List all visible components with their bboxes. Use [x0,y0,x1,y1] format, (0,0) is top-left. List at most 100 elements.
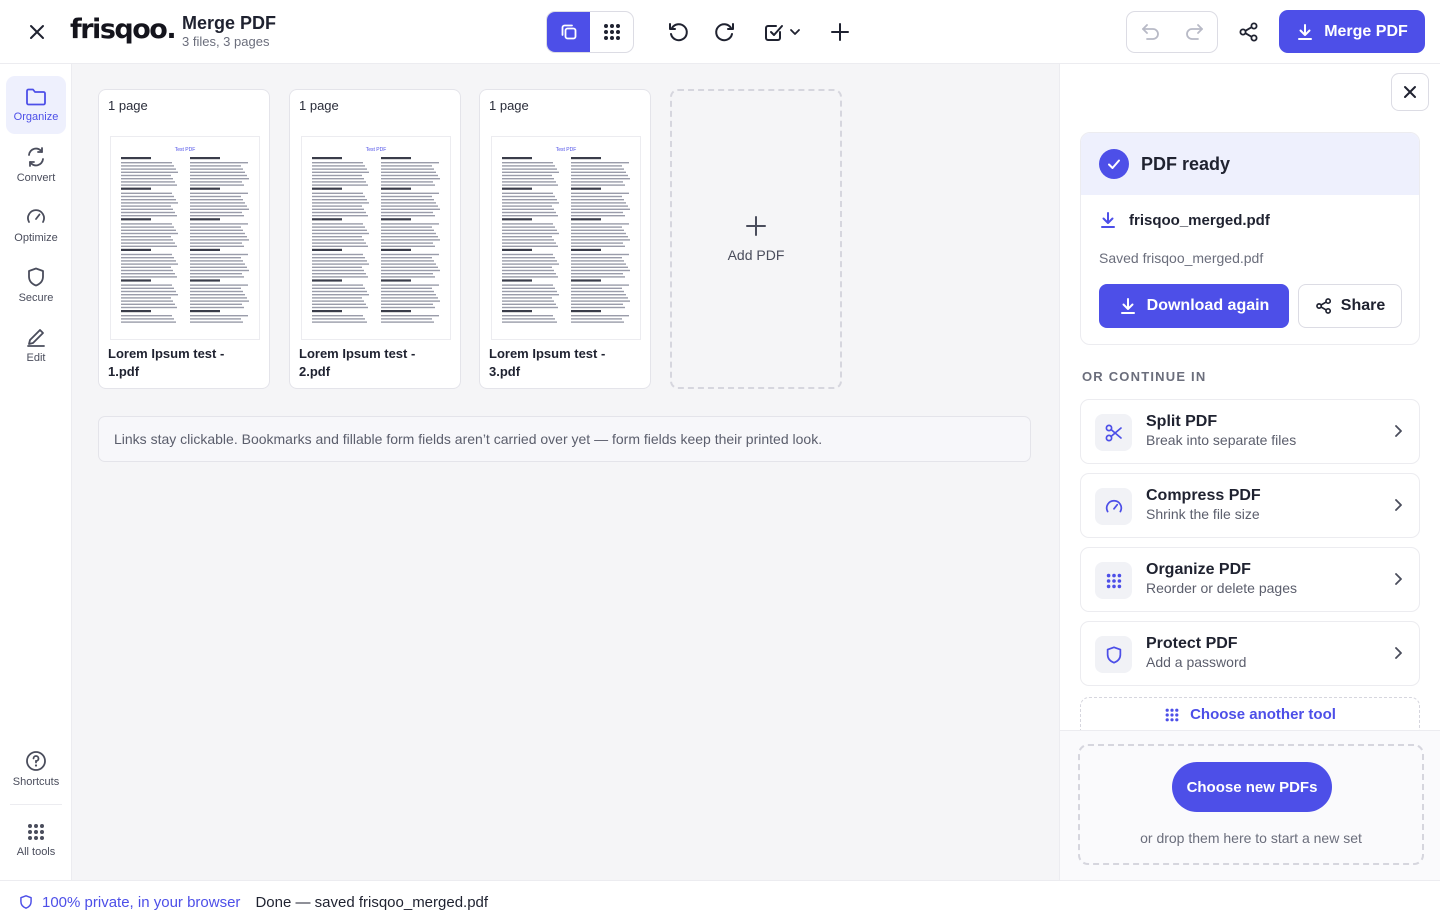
thumbnail-text-line [502,310,532,313]
thumbnail-text-line [190,248,220,251]
grid-dots-icon [26,822,46,842]
rail-item-optimize[interactable]: Optimize [6,196,66,254]
rotate-right-icon[interactable] [710,17,740,47]
rail-item-all-tools[interactable]: All tools [6,811,66,869]
thumbnail-text-line [381,208,440,210]
thumbnail-text-line [190,276,244,278]
tool-compress-pdf[interactable]: Compress PDF Shrink the file size [1080,473,1420,538]
thumbnail-text-line [381,263,436,265]
file-card[interactable]: 1 page Test PDF Lorem Ipsum test - 2.pdf [289,89,461,389]
file-view-button[interactable] [547,12,590,52]
rotate-left-icon[interactable] [663,17,693,47]
thumbnail-text-line [190,260,243,262]
thumbnail-text-line [190,165,241,167]
thumbnail-text-line [190,284,248,286]
rail-item-shortcuts[interactable]: Shortcuts [6,740,66,798]
thumbnail-text-line [571,245,625,247]
status-bar: 100% private, in your browser Done — sav… [0,880,1440,923]
share-icon[interactable] [1234,17,1264,47]
thumbnail-text-line [312,263,369,265]
thumbnail-text-line [190,294,245,296]
tool-split-pdf[interactable]: Split PDF Break into separate files [1080,399,1420,464]
rail-divider [10,804,62,805]
thumbnail-text-line [571,215,625,217]
thumbnail-text-line [190,202,245,204]
thumbnail-text-line [312,269,364,272]
tool-title: Organize PDF [1146,561,1251,578]
select-menu-button[interactable] [757,17,807,47]
thumbnail-text-line [381,266,438,268]
thumbnail-text-line [571,226,622,228]
thumbnail-text-line [571,300,630,302]
thumbnail-text-line [381,171,436,173]
file-card[interactable]: 1 page Test PDF Lorem Ipsum test - 1.pdf [98,89,270,389]
thumbnail-text-line [571,168,624,170]
close-icon[interactable] [22,17,52,47]
undo-button[interactable] [1127,12,1172,52]
thumbnail-text-line [190,187,220,190]
status-message: Done — saved frisqoo_merged.pdf [255,893,489,911]
thumbnail-text-line [381,184,435,186]
rail-item-secure[interactable]: Secure [6,256,66,314]
thumbnail-text-line [502,215,558,217]
download-icon [1099,211,1117,229]
chevron-right-icon [1393,646,1403,660]
rail-label-secure: Secure [18,292,54,304]
thumbnail-text-line [121,257,174,259]
thumbnail-text-line [190,208,249,210]
tool-organize-pdf[interactable]: Organize PDF Reorder or delete pages [1080,547,1420,612]
choose-another-tool-button[interactable]: Choose another tool [1080,697,1420,731]
thumbnail-text-line [190,215,244,217]
thumbnail-text-line [312,242,366,244]
share-button[interactable]: Share [1298,284,1402,328]
rail-item-organize[interactable]: Organize [6,76,66,134]
thumbnail-page: Test PDF [121,147,249,323]
thumbnail-text-line [502,269,554,272]
thumbnail-text-line [381,239,440,241]
page-grid-view-button[interactable] [590,12,633,52]
chevron-right-icon [1393,424,1403,438]
thumbnail-text-line [381,229,434,231]
thumbnail-text-line [381,321,434,323]
redo-button[interactable] [1172,12,1217,52]
rail-label-all-tools: All tools [16,846,56,858]
page-thumbnail: Test PDF [492,137,640,339]
thumbnail-text-line [121,279,151,282]
plus-icon[interactable] [825,17,855,47]
thumbnail-text-line [121,218,151,221]
thumbnail-text-line [190,279,220,282]
thumbnail-text-line [121,315,172,317]
add-pdf-button[interactable]: Add PDF [670,89,842,389]
rail-item-convert[interactable]: Convert [6,136,66,194]
thumbnail-text-line [571,269,630,272]
thumbnail-text-line [121,226,174,228]
thumbnail-text-line [312,245,368,247]
thumbnail-text-line [121,211,175,214]
thumbnail-text-line [312,178,364,180]
rail-label-organize: Organize [13,111,59,123]
thumbnail-text-line [312,273,366,275]
thumbnail-text-line [190,318,241,320]
merge-pdf-button[interactable]: Merge PDF [1279,10,1425,53]
choose-new-pdfs-button[interactable]: Choose new PDFs [1172,762,1332,812]
merge-pdf-label: Merge PDF [1324,22,1408,40]
plus-icon [745,215,767,237]
tool-protect-pdf[interactable]: Protect PDF Add a password [1080,621,1420,686]
privacy-indicator: 100% private, in your browser [18,894,240,911]
rail-item-edit[interactable]: Edit [6,316,66,374]
thumbnail-text-line [121,290,176,293]
page-thumbnail: Test PDF [302,137,450,339]
thumbnail-text-line [190,195,241,198]
thumbnail-text-line [190,229,243,231]
thumbnail-text-line [502,157,532,160]
copy-icon [559,22,579,42]
redo-icon [1184,22,1206,42]
close-panel-button[interactable] [1391,73,1429,111]
merged-file-link[interactable]: frisqoo_merged.pdf [1099,211,1270,229]
thumbnail-text-line [571,287,622,289]
thumbnail-text-line [502,239,554,241]
drop-zone[interactable]: Choose new PDFs or drop them here to sta… [1078,744,1424,865]
file-card[interactable]: 1 page Test PDF Lorem Ipsum test - 3.pdf [479,89,651,389]
download-again-button[interactable]: Download again [1099,284,1289,328]
thumbnail-text-line [312,321,367,323]
